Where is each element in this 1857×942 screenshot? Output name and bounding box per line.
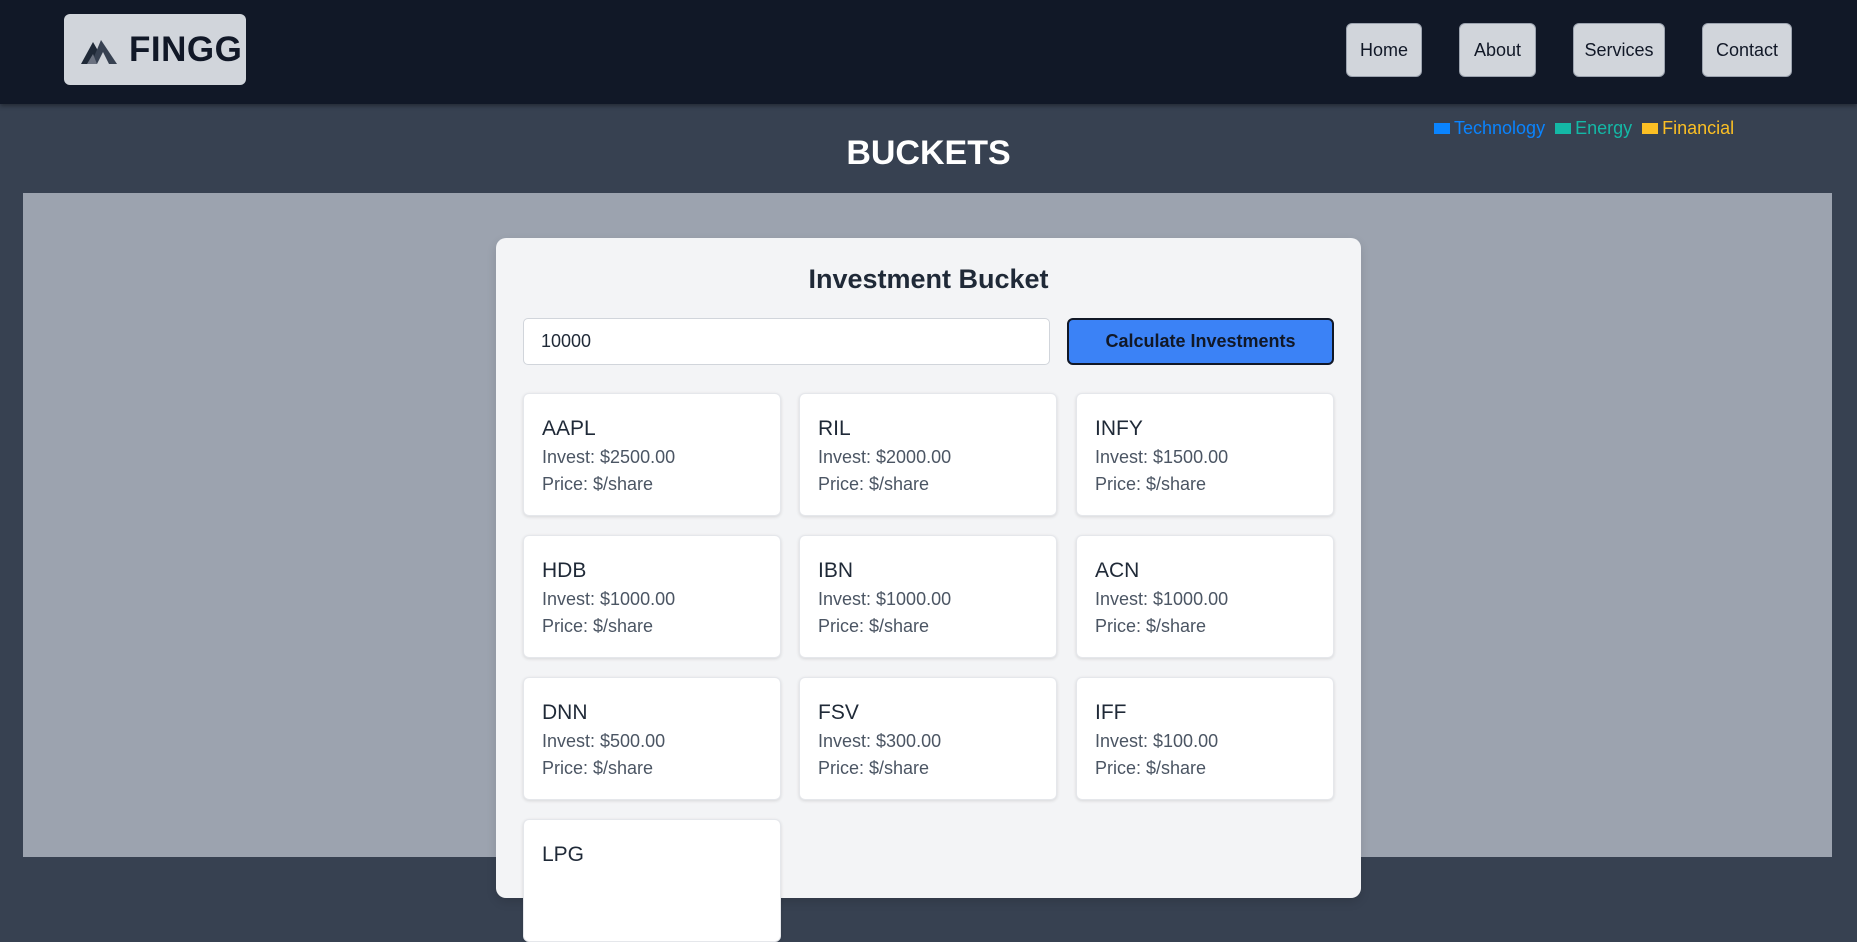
nav-contact-button[interactable]: Contact: [1702, 23, 1792, 77]
stock-symbol: ACN: [1095, 559, 1140, 582]
stock-invest: Invest: $500.00: [542, 731, 666, 751]
stock-card: DNN Invest: $500.00 Price: $/share: [523, 677, 781, 800]
stock-symbol: FSV: [818, 701, 859, 724]
page-title: BUCKETS: [846, 134, 1011, 172]
stock-symbol: AAPL: [542, 417, 596, 440]
stock-invest: Invest: $1000.00: [542, 589, 676, 609]
stock-symbol: IFF: [1095, 701, 1127, 724]
stock-invest: Invest: $1000.00: [818, 589, 952, 609]
mountain-logo-icon: [81, 39, 117, 64]
stock-card: ACN Invest: $1000.00 Price: $/share: [1076, 535, 1334, 658]
bucket-title: Investment Bucket: [808, 264, 1049, 294]
legend-swatch: [1555, 123, 1572, 134]
brand-logo[interactable]: FINGG: [64, 14, 246, 85]
stock-symbol: IBN: [818, 559, 854, 582]
stock-symbol: LPG: [542, 843, 585, 866]
stock-price: Price: $/share: [542, 474, 654, 494]
legend-swatch: [1434, 123, 1450, 134]
calculate-investments-button[interactable]: Calculate Investments: [1067, 318, 1334, 365]
main-content: Investment Bucket Calculate Investments …: [23, 193, 1832, 942]
nav-home-button[interactable]: Home: [1346, 23, 1422, 77]
stock-card: LPG: [523, 819, 781, 942]
stock-card: IBN Invest: $1000.00 Price: $/share: [799, 535, 1057, 658]
stock-card: HDB Invest: $1000.00 Price: $/share: [523, 535, 781, 658]
stock-invest: Invest: $1000.00: [1095, 589, 1229, 609]
stock-price: Price: $/share: [542, 758, 654, 778]
nav-about-button[interactable]: About: [1459, 23, 1536, 77]
stock-symbol: RIL: [818, 417, 851, 440]
stock-price: Price: $/share: [1095, 616, 1207, 636]
stock-symbol: HDB: [542, 559, 587, 582]
stock-price: Price: $/share: [1095, 758, 1207, 778]
investment-amount-input[interactable]: [523, 318, 1050, 365]
stock-card: AAPL Invest: $2500.00 Price: $/share: [523, 393, 781, 516]
stock-card: IFF Invest: $100.00 Price: $/share: [1076, 677, 1334, 800]
top-navbar: FINGG Home About Services Contact: [0, 0, 1857, 104]
stock-invest: Invest: $2000.00: [818, 447, 952, 467]
stock-invest: Invest: $300.00: [818, 731, 942, 751]
stock-symbol: DNN: [542, 701, 588, 724]
stock-price: Price: $/share: [542, 616, 654, 636]
stock-card: FSV Invest: $300.00 Price: $/share: [799, 677, 1057, 800]
stock-symbol: INFY: [1095, 417, 1143, 440]
stock-price: Price: $/share: [818, 616, 930, 636]
legend-swatch: [1642, 123, 1659, 134]
stock-price: Price: $/share: [1095, 474, 1207, 494]
stock-card: RIL Invest: $2000.00 Price: $/share: [799, 393, 1057, 516]
stock-card: INFY Invest: $1500.00 Price: $/share: [1076, 393, 1334, 516]
investment-bucket-card: Investment Bucket Calculate Investments …: [496, 238, 1361, 942]
stock-invest: Invest: $2500.00: [542, 447, 676, 467]
stock-invest: Invest: $1500.00: [1095, 447, 1229, 467]
stock-price: Price: $/share: [818, 758, 930, 778]
nav-services-button[interactable]: Services: [1573, 23, 1665, 77]
brand-name: FINGG: [129, 29, 243, 69]
stock-price: Price: $/share: [818, 474, 930, 494]
stock-invest: Invest: $100.00: [1095, 731, 1219, 751]
